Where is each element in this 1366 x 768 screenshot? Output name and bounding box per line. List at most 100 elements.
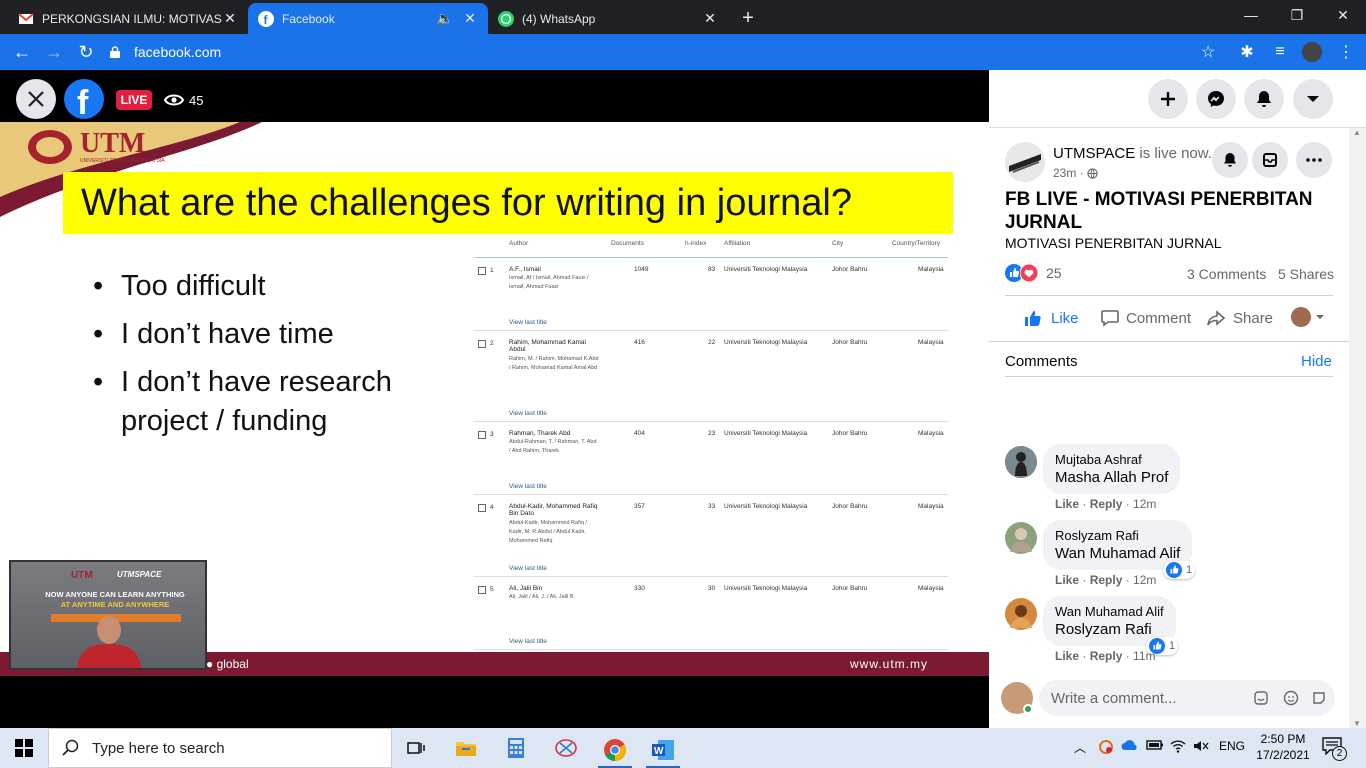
comment-time[interactable]: 12m [1133,497,1156,511]
forward-icon[interactable]: → [42,40,66,64]
view-last-title-link[interactable]: View last title [509,638,547,645]
notifications-button[interactable] [1244,79,1284,119]
volume-muted-icon[interactable] [1193,739,1209,756]
comment-author[interactable]: Roslyzam Rafi [1055,528,1180,543]
comment-reply-link[interactable]: Reply [1090,573,1123,587]
view-last-title-link[interactable]: View last title [509,483,547,490]
restore-button[interactable]: ❐ [1274,0,1320,30]
row-checkbox[interactable] [478,340,486,348]
account-menu-button[interactable] [1293,79,1333,119]
row-affiliation: Universiti Teknologi Malaysia [724,503,808,510]
row-country: Malaysia [918,430,944,437]
comment-author[interactable]: Mujtaba Ashraf [1055,452,1168,467]
media-control-icon[interactable]: ≡ [1270,42,1290,62]
close-video-button[interactable] [16,79,56,119]
close-icon[interactable]: ✕ [222,10,238,27]
sticker-icon[interactable] [1253,690,1269,706]
file-explorer-icon[interactable] [452,734,480,762]
tab-facebook[interactable]: f Facebook 🔈 ✕ [248,3,488,34]
input-language[interactable]: ENG [1219,739,1245,753]
comment-button[interactable]: Comment [1100,308,1191,328]
comment-reply-link[interactable]: Reply [1090,649,1123,663]
view-last-title-link[interactable]: View last title [509,565,547,572]
tab-whatsapp[interactable]: (4) WhatsApp ✕ [488,3,728,34]
row-country: Malaysia [918,503,944,510]
bell-icon [1224,153,1236,167]
save-button[interactable] [1252,142,1288,178]
more-options-button[interactable] [1296,142,1332,178]
taskbar-search-box[interactable]: Type here to search [48,728,392,768]
follow-bell-button[interactable] [1212,142,1248,178]
close-icon[interactable]: ✕ [462,10,478,27]
extensions-icon[interactable]: ✱ [1237,42,1257,62]
menu-icon[interactable]: ⋮ [1336,42,1356,62]
onedrive-icon[interactable] [1121,739,1139,754]
view-last-title-link[interactable]: View last title [509,410,547,417]
comment-like-link[interactable]: Like [1055,497,1079,511]
hide-comments-link[interactable]: Hide [1301,353,1332,370]
windows-start-button[interactable] [10,734,38,762]
page-name[interactable]: UTMSPACE [1053,145,1135,162]
battery-icon[interactable] [1146,739,1164,754]
view-last-title-link[interactable]: View last title [509,319,547,326]
close-icon[interactable]: ✕ [702,10,718,27]
tab-gmail[interactable]: PERKONGSIAN ILMU: MOTIVASI P ✕ [8,3,248,34]
comment-like-link[interactable]: Like [1055,649,1079,663]
chrome-taskbar-icon[interactable] [598,734,632,768]
snipping-tool-icon[interactable] [552,734,580,762]
scroll-down-arrow[interactable]: ▼ [1353,719,1361,728]
shares-count[interactable]: 5 Shares [1278,266,1334,282]
comment-time[interactable]: 11m [1133,649,1155,663]
panel-scrollbar[interactable]: ▲ ▼ [1349,128,1366,728]
react-as-selector[interactable] [1291,307,1325,327]
like-button[interactable]: Like [1023,308,1079,328]
tray-app-icon[interactable] [1098,739,1114,758]
tab-title: (4) WhatsApp [522,11,596,26]
task-view-icon[interactable] [402,734,430,762]
row-h-index: 22 [708,339,716,346]
close-window-button[interactable]: ✕ [1320,0,1366,30]
row-checkbox[interactable] [478,431,486,439]
reactions-summary[interactable]: 25 [1005,264,1062,282]
address-bar[interactable]: facebook.com [110,42,1230,62]
tray-expand-icon[interactable]: ︿ [1074,739,1086,756]
post-time[interactable]: 23m · [1053,166,1084,180]
comment-reaction-badge[interactable]: 1 [1163,561,1196,579]
wifi-icon[interactable] [1170,739,1186,756]
comment-time[interactable]: 12m [1133,573,1156,587]
create-button[interactable] [1148,79,1188,119]
star-icon[interactable]: ☆ [1198,42,1218,62]
facebook-logo-icon[interactable]: f [64,79,104,119]
avatar-sticker-icon[interactable] [1311,690,1327,706]
chevron-down-icon [1316,315,1324,319]
comment-reply-link[interactable]: Reply [1090,497,1123,511]
row-checkbox[interactable] [478,586,486,594]
share-button[interactable]: Share [1206,308,1273,328]
clock[interactable]: 2:50 PM 17/2/2021 [1252,731,1314,763]
minimize-button[interactable]: — [1228,0,1274,30]
page-avatar[interactable] [1005,142,1045,182]
calculator-icon[interactable] [502,734,530,762]
current-user-avatar[interactable] [1001,682,1033,714]
row-checkbox[interactable] [478,504,486,512]
emoji-icon[interactable] [1283,690,1299,706]
lock-icon [110,46,120,58]
reload-icon[interactable]: ↻ [74,40,98,64]
comment-author[interactable]: Wan Muhamad Alif [1055,604,1164,619]
new-tab-button[interactable]: + [734,3,762,33]
comments-count[interactable]: 3 Comments [1187,266,1266,282]
comment-input[interactable]: Write a comment... [1039,680,1335,716]
back-icon[interactable]: ← [10,40,34,64]
profile-avatar[interactable] [1302,42,1322,62]
word-taskbar-icon[interactable]: W [646,734,680,768]
scroll-up-arrow[interactable]: ▲ [1353,128,1361,137]
messenger-button[interactable] [1196,79,1236,119]
notifications-center-button[interactable]: 2 [1322,737,1348,761]
share-label: Share [1233,309,1274,327]
comment-like-link[interactable]: Like [1055,573,1079,587]
mute-icon[interactable]: 🔈 [436,10,453,27]
row-checkbox[interactable] [478,267,486,275]
commenter-avatar[interactable] [1005,446,1037,478]
commenter-avatar[interactable] [1005,598,1037,630]
commenter-avatar[interactable] [1005,522,1037,554]
